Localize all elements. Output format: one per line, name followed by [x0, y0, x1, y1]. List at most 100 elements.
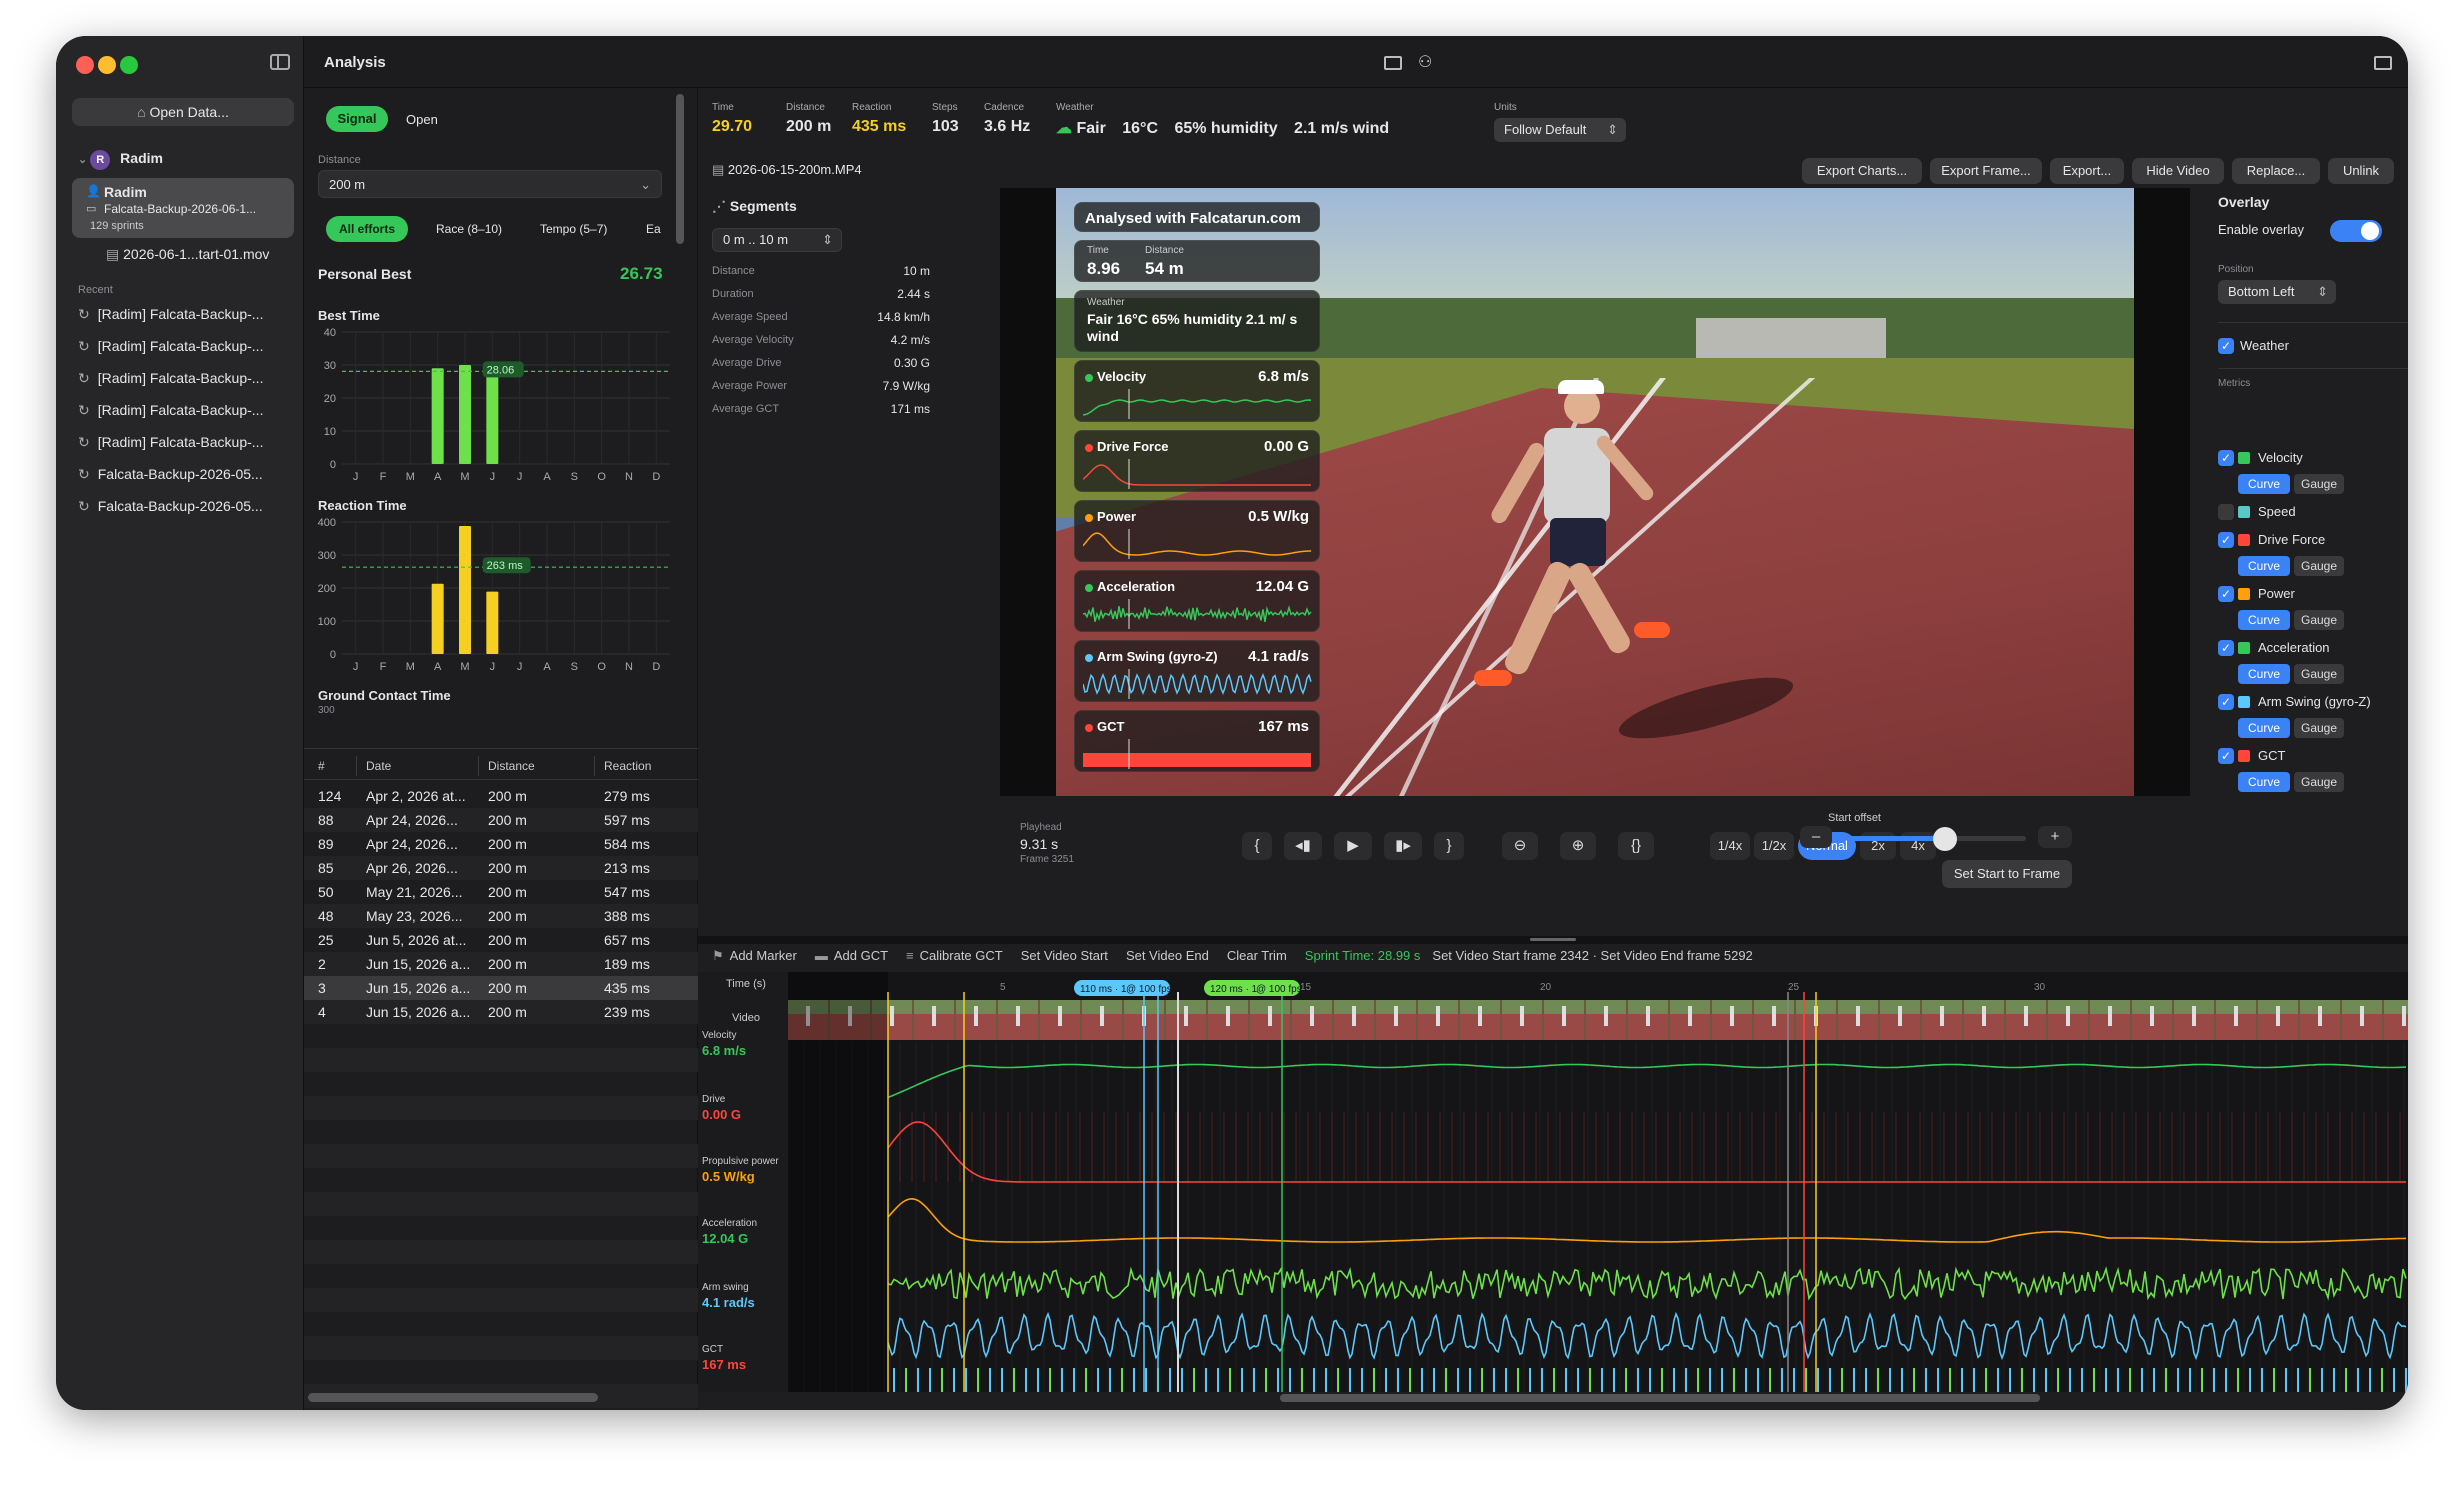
recent-item[interactable]: ↻ [Radim] Falcata-Backup-...	[78, 370, 263, 387]
close-window-button[interactable]	[76, 56, 94, 74]
set-start-to-frame-button[interactable]: Set Start to Frame	[1942, 860, 2072, 888]
table-row[interactable]: 88 Apr 24, 2026... 200 m 597 ms	[304, 808, 698, 832]
table-row[interactable]: 25 Jun 5, 2026 at... 200 m 657 ms	[304, 928, 698, 952]
zoom-out-icon[interactable]: ⊖	[1502, 832, 1538, 860]
distance-select[interactable]: 200 m ⌄	[318, 170, 662, 198]
metric-checkbox[interactable]: ✓	[2218, 586, 2234, 602]
metric-checkbox[interactable]: ✓	[2218, 748, 2234, 764]
user-row[interactable]: ⌄ R Radim	[78, 150, 163, 170]
action-button[interactable]: Export Charts...	[1802, 158, 1922, 184]
bar[interactable]	[432, 368, 444, 464]
curve-button[interactable]: Curve	[2238, 664, 2290, 684]
metric-checkbox[interactable]: ✓	[2218, 450, 2234, 466]
recent-item[interactable]: ↻ Falcata-Backup-2026-05...	[78, 466, 263, 483]
step-back-icon[interactable]: ◂▮	[1284, 832, 1322, 860]
video-file-item[interactable]: ▤ 2026-06-1...tart-01.mov	[106, 246, 269, 263]
table-row[interactable]: 3 Jun 15, 2026 a... 200 m 435 ms	[304, 976, 698, 1000]
selected-dataset[interactable]: Radim 👤 Falcata-Backup-2026-06-1... ▭ 12…	[72, 178, 294, 238]
curve-button[interactable]: Curve	[2238, 474, 2290, 494]
curve-button[interactable]: Curve	[2238, 772, 2290, 792]
action-button[interactable]: Export...	[2050, 158, 2124, 184]
sidebar-toggle-icon[interactable]	[270, 54, 290, 70]
action-button[interactable]: Unlink	[2328, 158, 2394, 184]
table-row[interactable]: 85 Apr 26, 2026... 200 m 213 ms	[304, 856, 698, 880]
timeline-toolbar-button[interactable]: Set Video End	[1126, 948, 1209, 963]
curve-button[interactable]: Curve	[2238, 556, 2290, 576]
step-forward-icon[interactable]: ▮▸	[1384, 832, 1422, 860]
video-player[interactable]: Analysed with Falcatarun.com Time 8.96 D…	[1000, 188, 2190, 796]
minimize-window-button[interactable]	[98, 56, 116, 74]
action-button[interactable]: Replace...	[2232, 158, 2320, 184]
filter-race[interactable]: Race (8–10)	[436, 222, 502, 236]
table-row[interactable]: 48 May 23, 2026... 200 m 388 ms	[304, 904, 698, 928]
zoom-window-button[interactable]	[120, 56, 138, 74]
timeline-toolbar-button[interactable]: Set Video Start	[1021, 948, 1108, 963]
person-settings-icon[interactable]: ⚇	[1418, 52, 1432, 72]
table-row[interactable]: 4 Jun 15, 2026 a... 200 m 239 ms	[304, 1000, 698, 1024]
panel-scrollbar[interactable]	[676, 94, 684, 244]
action-button[interactable]: Hide Video	[2132, 158, 2224, 184]
column-header[interactable]: Reaction	[604, 752, 651, 780]
start-offset-slider[interactable]	[1846, 836, 2026, 841]
filter-easy[interactable]: Ea	[646, 222, 661, 236]
tab-open[interactable]: Open	[406, 112, 438, 127]
metric-checkbox[interactable]: ✓	[2218, 694, 2234, 710]
weather-option[interactable]: ✓ Weather	[2218, 338, 2408, 356]
timeline-toolbar-button[interactable]: Clear Trim	[1227, 948, 1287, 963]
column-header[interactable]: Date	[366, 752, 391, 780]
start-offset-knob[interactable]	[1933, 827, 1957, 851]
position-select[interactable]: Bottom Left ⇕	[2218, 280, 2336, 304]
bar[interactable]	[459, 365, 471, 464]
timeline-chart[interactable]: 5 15 20 25 30110 ms · 1 @ 100 fps 120 ms · 1@ …	[788, 972, 2408, 1392]
timeline-toolbar-button[interactable]: Add GCT	[834, 948, 888, 963]
table-row[interactable]: 50 May 21, 2026... 200 m 547 ms	[304, 880, 698, 904]
timeline-scrollbar[interactable]	[1280, 1394, 2040, 1402]
recent-item[interactable]: ↻ [Radim] Falcata-Backup-...	[78, 402, 263, 419]
action-button[interactable]: Export Frame...	[1930, 158, 2042, 184]
gauge-button[interactable]: Gauge	[2294, 772, 2344, 792]
table-row[interactable]: 124 Apr 2, 2026 at... 200 m 279 ms	[304, 784, 698, 808]
offset-minus-button[interactable]: –	[1800, 826, 1832, 848]
recent-item[interactable]: ↻ [Radim] Falcata-Backup-...	[78, 306, 263, 323]
zoom-in-icon[interactable]: ⊕	[1560, 832, 1596, 860]
timeline-toolbar-button[interactable]: Add Marker	[730, 948, 797, 963]
folder-icon[interactable]	[2374, 56, 2392, 70]
gauge-button[interactable]: Gauge	[2294, 610, 2344, 630]
bar[interactable]	[486, 372, 498, 464]
metric-checkbox[interactable]: ✓	[2218, 532, 2234, 548]
gauge-button[interactable]: Gauge	[2294, 556, 2344, 576]
table-row[interactable]: 89 Apr 24, 2026... 200 m 584 ms	[304, 832, 698, 856]
curve-button[interactable]: Curve	[2238, 718, 2290, 738]
metric-checkbox[interactable]	[2218, 504, 2234, 520]
gauge-button[interactable]: Gauge	[2294, 664, 2344, 684]
open-data-button[interactable]: ⌂ Open Data...	[72, 98, 294, 126]
speed-option[interactable]: 1/2x	[1754, 832, 1794, 860]
recent-item[interactable]: ↻ [Radim] Falcata-Backup-...	[78, 434, 263, 451]
gauge-button[interactable]: Gauge	[2294, 718, 2344, 738]
curve-button[interactable]: Curve	[2238, 610, 2290, 630]
metric-checkbox[interactable]: ✓	[2218, 640, 2234, 656]
gct-chip[interactable]: 120 ms · 1@ 100 fps	[1204, 980, 1302, 996]
gct-chip[interactable]: 110 ms · 1 @ 100 fps	[1074, 980, 1172, 996]
bar[interactable]	[459, 526, 471, 654]
gauge-button[interactable]: Gauge	[2294, 474, 2344, 494]
table-row[interactable]: 2 Jun 15, 2026 a... 200 m 189 ms	[304, 952, 698, 976]
speed-option[interactable]: 1/4x	[1710, 832, 1750, 860]
column-header[interactable]: Distance	[488, 752, 535, 780]
units-select[interactable]: Follow Default ⇕	[1494, 118, 1626, 142]
filter-tempo[interactable]: Tempo (5–7)	[540, 222, 607, 236]
weather-checkbox[interactable]: ✓	[2218, 338, 2234, 354]
mark-in-button[interactable]: {	[1242, 832, 1272, 860]
timeline-toolbar-button[interactable]: Calibrate GCT	[920, 948, 1003, 963]
mark-out-button[interactable]: }	[1434, 832, 1464, 860]
tab-signal[interactable]: Signal	[326, 106, 388, 132]
bar[interactable]	[432, 584, 444, 654]
play-icon[interactable]: ▶	[1334, 832, 1372, 860]
filter-all-efforts[interactable]: All efforts	[326, 216, 408, 242]
segment-range-select[interactable]: 0 m .. 10 m ⇕	[712, 228, 842, 252]
table-scrollbar[interactable]	[308, 1393, 598, 1402]
enable-overlay-toggle[interactable]	[2330, 220, 2382, 242]
fit-brackets-icon[interactable]: {}	[1618, 832, 1654, 860]
recent-item[interactable]: ↻ Falcata-Backup-2026-05...	[78, 498, 263, 515]
split-handle[interactable]	[1530, 938, 1576, 941]
